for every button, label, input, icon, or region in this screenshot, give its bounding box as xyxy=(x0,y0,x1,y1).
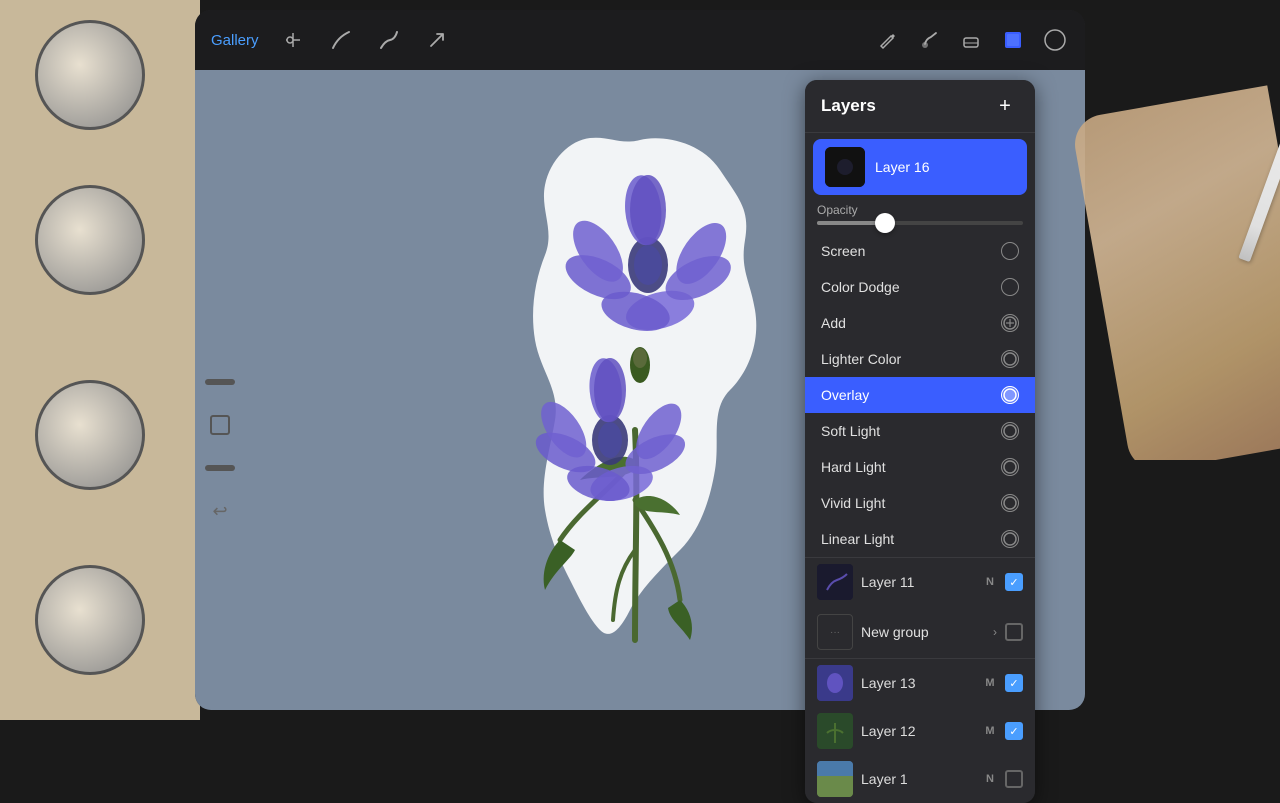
smudge-icon[interactable] xyxy=(375,26,403,54)
layer-11-name: Layer 11 xyxy=(861,574,975,590)
tool-square-1[interactable] xyxy=(210,415,230,435)
active-layer-name: Layer 16 xyxy=(875,159,1015,175)
background-photo xyxy=(0,0,200,720)
blend-lighter-color-icon xyxy=(1001,350,1019,368)
pen-stroke-icon[interactable] xyxy=(327,26,355,54)
arrow-tool-icon[interactable] xyxy=(423,26,451,54)
active-layer-row[interactable]: Layer 16 xyxy=(813,139,1027,195)
blend-vivid-light-icon xyxy=(1001,494,1019,512)
layers-list: Layer 11 N ··· New group › Layer 13 M xyxy=(805,557,1035,803)
stylus xyxy=(1238,89,1280,262)
blend-soft-light-icon xyxy=(1001,422,1019,440)
layer-12-badge: M xyxy=(983,725,997,737)
layer-12-checkbox[interactable] xyxy=(1005,722,1023,740)
new-group-thumb: ··· xyxy=(817,614,853,650)
blend-mode-overlay[interactable]: Overlay xyxy=(805,377,1035,413)
layers-panel-icon[interactable] xyxy=(999,26,1027,54)
layer-row-13[interactable]: Layer 13 M xyxy=(805,659,1035,707)
layers-panel-title: Layers xyxy=(821,96,876,116)
eraser-tool-icon[interactable] xyxy=(957,26,985,54)
new-group-checkbox[interactable] xyxy=(1005,623,1023,641)
toolbar-left: Gallery xyxy=(211,26,853,54)
blend-mode-screen[interactable]: Screen xyxy=(805,233,1035,269)
side-tools: ↩ xyxy=(195,130,245,710)
layer-13-thumb xyxy=(817,665,853,701)
blend-screen-icon xyxy=(1001,242,1019,260)
color-picker-icon[interactable] xyxy=(1041,26,1069,54)
blend-mode-color-dodge[interactable]: Color Dodge xyxy=(805,269,1035,305)
active-layer-thumb xyxy=(825,147,865,187)
blend-mode-soft-light[interactable]: Soft Light xyxy=(805,413,1035,449)
undo-button[interactable]: ↩ xyxy=(212,501,227,522)
tool-slider-1[interactable] xyxy=(205,379,235,385)
layer-13-badge: M xyxy=(983,677,997,689)
blend-mode-hard-light[interactable]: Hard Light xyxy=(805,449,1035,485)
hand-silhouette xyxy=(1070,85,1280,460)
opacity-slider[interactable] xyxy=(817,221,1023,225)
blend-add-icon xyxy=(1001,314,1019,332)
layer-row-11[interactable]: Layer 11 N xyxy=(805,558,1035,606)
blend-color-dodge-icon xyxy=(1001,278,1019,296)
blend-overlay-icon xyxy=(1001,386,1019,404)
layer-11-checkbox[interactable] xyxy=(1005,573,1023,591)
flower-illustration xyxy=(480,110,800,670)
brush-tool-icon[interactable] xyxy=(915,26,943,54)
layer-1-badge: N xyxy=(983,773,997,785)
adjust-icon[interactable] xyxy=(279,26,307,54)
blend-hard-light-icon xyxy=(1001,458,1019,476)
blend-mode-linear-light[interactable]: Linear Light xyxy=(805,521,1035,557)
blend-mode-vivid-light[interactable]: Vivid Light xyxy=(805,485,1035,521)
dial-1 xyxy=(35,20,145,130)
dial-4 xyxy=(35,565,145,675)
new-group-row[interactable]: ··· New group › xyxy=(805,606,1035,659)
blend-linear-light-icon xyxy=(1001,530,1019,548)
toolbar: Gallery xyxy=(195,10,1085,70)
dial-2 xyxy=(35,185,145,295)
layer-13-checkbox[interactable] xyxy=(1005,674,1023,692)
blend-mode-add[interactable]: Add xyxy=(805,305,1035,341)
layer-row-12[interactable]: Layer 12 M xyxy=(805,707,1035,755)
blend-mode-lighter-color[interactable]: Lighter Color xyxy=(805,341,1035,377)
layer-12-thumb xyxy=(817,713,853,749)
blend-modes-list: Screen Color Dodge Add Lighter Color Ove… xyxy=(805,233,1035,557)
gallery-button[interactable]: Gallery xyxy=(211,32,259,49)
new-group-chevron: › xyxy=(993,625,997,639)
toolbar-right xyxy=(873,26,1069,54)
layers-panel: Layers + Layer 16 Opacity Screen Color D… xyxy=(805,80,1035,803)
layer-1-thumb xyxy=(817,761,853,797)
layer-12-name: Layer 12 xyxy=(861,723,975,739)
layer-13-name: Layer 13 xyxy=(861,675,975,691)
layer-11-badge: N xyxy=(983,576,997,588)
layers-panel-header: Layers + xyxy=(805,80,1035,133)
layers-add-button[interactable]: + xyxy=(991,92,1019,120)
opacity-row: Opacity xyxy=(805,195,1035,233)
pen-tool-icon[interactable] xyxy=(873,26,901,54)
layer-1-checkbox[interactable] xyxy=(1005,770,1023,788)
layer-row-1[interactable]: Layer 1 N xyxy=(805,755,1035,803)
layer-11-thumb xyxy=(817,564,853,600)
new-group-name: New group xyxy=(861,624,985,640)
layer-1-name: Layer 1 xyxy=(861,771,975,787)
dial-3 xyxy=(35,380,145,490)
tool-slider-2[interactable] xyxy=(205,465,235,471)
opacity-label: Opacity xyxy=(817,203,1023,217)
opacity-fill xyxy=(817,221,879,225)
opacity-thumb[interactable] xyxy=(875,213,895,233)
